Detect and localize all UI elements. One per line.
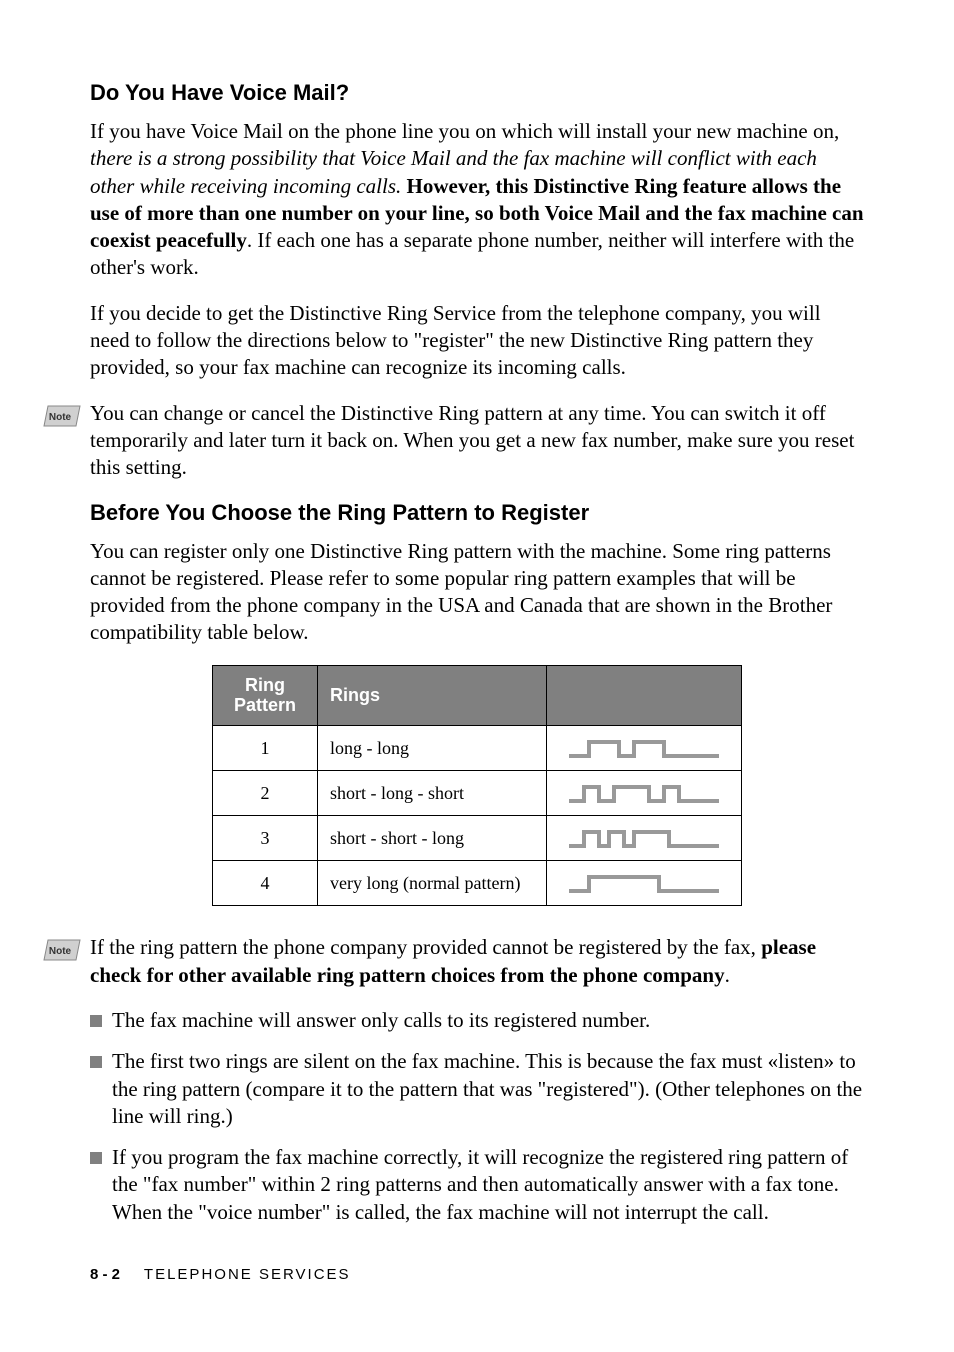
cell-wave <box>547 816 742 861</box>
list-item: The fax machine will answer only calls t… <box>90 1007 864 1034</box>
note-block: Note If the ring pattern the phone compa… <box>90 934 864 989</box>
cell-desc: long - long <box>318 726 547 771</box>
table-header-pattern: Ring Pattern <box>213 665 318 726</box>
note-block: Note You can change or cancel the Distin… <box>90 400 864 482</box>
list-item: If you program the fax machine correctly… <box>90 1144 864 1226</box>
text: Pattern <box>234 695 296 715</box>
svg-text:Note: Note <box>49 946 72 957</box>
cell-desc: very long (normal pattern) <box>318 861 547 906</box>
cell-desc: short - short - long <box>318 816 547 861</box>
table-header-diagram <box>547 665 742 726</box>
bullet-icon <box>90 1152 102 1164</box>
note-icon: Note <box>42 402 82 435</box>
bullet-icon <box>90 1056 102 1068</box>
note-text: If the ring pattern the phone company pr… <box>90 934 864 989</box>
list-item: The first two rings are silent on the fa… <box>90 1048 864 1130</box>
text: Ring <box>245 675 285 695</box>
page-footer: 8 - 2 TELEPHONE SERVICES <box>90 1266 864 1283</box>
table-row: 2 short - long - short <box>213 771 742 816</box>
table-row: 3 short - short - long <box>213 816 742 861</box>
heading-ring-pattern: Before You Choose the Ring Pattern to Re… <box>90 500 864 526</box>
table-row: 1 long - long <box>213 726 742 771</box>
cell-num: 1 <box>213 726 318 771</box>
note-icon: Note <box>42 936 82 969</box>
section-title: TELEPHONE SERVICES <box>144 1266 351 1283</box>
svg-text:Note: Note <box>49 412 72 423</box>
cell-num: 2 <box>213 771 318 816</box>
text: If the ring pattern the phone company pr… <box>90 935 761 959</box>
paragraph-ring-pattern: You can register only one Distinctive Ri… <box>90 538 864 647</box>
list-item-text: If you program the fax machine correctly… <box>112 1144 864 1226</box>
cell-num: 3 <box>213 816 318 861</box>
table-header-rings: Rings <box>318 665 547 726</box>
cell-num: 4 <box>213 861 318 906</box>
text: . <box>725 963 730 987</box>
heading-voice-mail: Do You Have Voice Mail? <box>90 80 864 106</box>
note-text: You can change or cancel the Distinctive… <box>90 400 864 482</box>
paragraph-voice-mail: If you have Voice Mail on the phone line… <box>90 118 864 282</box>
paragraph-register: If you decide to get the Distinctive Rin… <box>90 300 864 382</box>
cell-wave <box>547 771 742 816</box>
ring-pattern-table: Ring Pattern Rings 1 long - long 2 short <box>212 665 742 907</box>
bullet-list: The fax machine will answer only calls t… <box>90 1007 864 1226</box>
table-row: 4 very long (normal pattern) <box>213 861 742 906</box>
list-item-text: The first two rings are silent on the fa… <box>112 1048 864 1130</box>
text: If you have Voice Mail on the phone line… <box>90 119 839 143</box>
cell-desc: short - long - short <box>318 771 547 816</box>
page-number: 8 - 2 <box>90 1266 120 1283</box>
cell-wave <box>547 861 742 906</box>
bullet-icon <box>90 1015 102 1027</box>
cell-wave <box>547 726 742 771</box>
list-item-text: The fax machine will answer only calls t… <box>112 1007 650 1034</box>
